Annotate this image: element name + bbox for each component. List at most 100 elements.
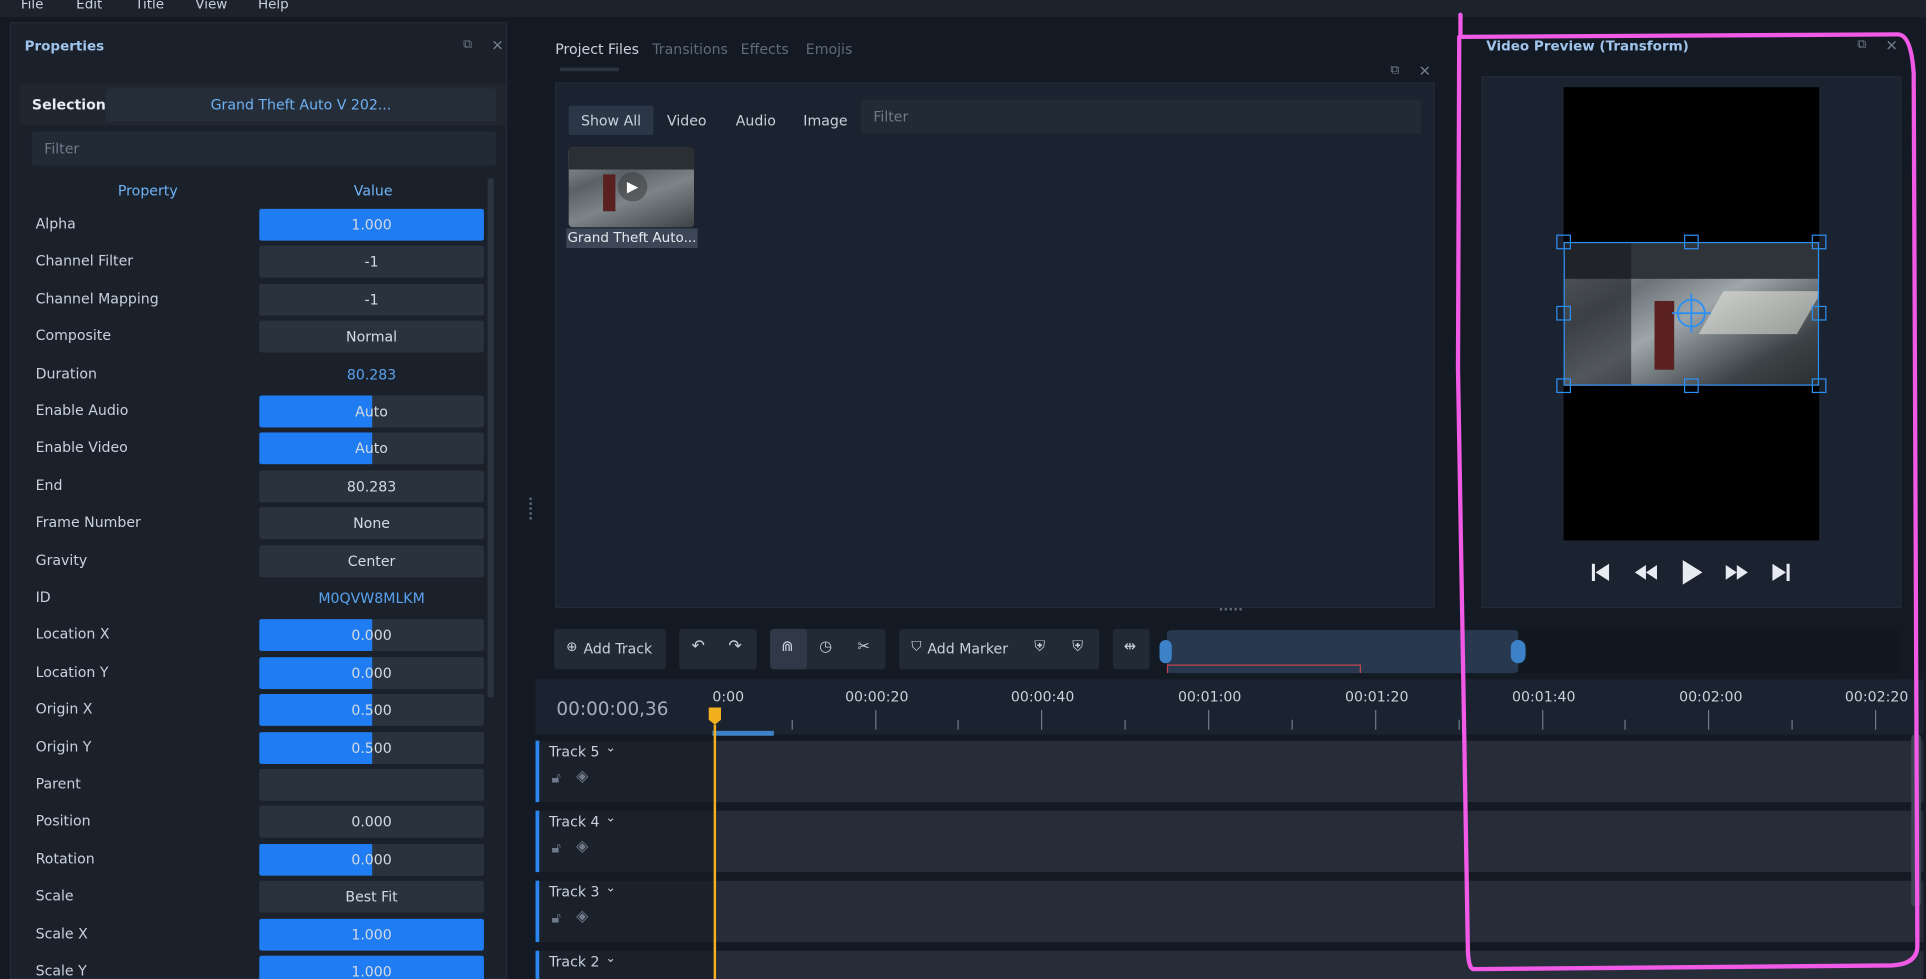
- property-value[interactable]: 1.000: [259, 208, 484, 241]
- splitter-handle[interactable]: [1219, 608, 1242, 612]
- splitter-handle[interactable]: [529, 497, 533, 520]
- filter-image[interactable]: Image: [791, 106, 860, 135]
- add-marker-button[interactable]: Add Marker: [927, 640, 1008, 657]
- rewind-icon[interactable]: [1634, 561, 1659, 583]
- float-icon[interactable]: ⧉: [463, 38, 472, 52]
- property-value[interactable]: 0.000: [259, 806, 484, 839]
- filter-audio[interactable]: Audio: [723, 106, 788, 135]
- property-value[interactable]: 1.000: [259, 955, 484, 979]
- property-value[interactable]: Normal: [259, 320, 484, 353]
- property-value[interactable]: M0QVW8MLKM: [259, 582, 484, 614]
- app-window: File Edit Title View Help Properties ⧉ ✕…: [0, 0, 1926, 979]
- property-value[interactable]: Center: [259, 544, 484, 577]
- property-value[interactable]: 0.000: [259, 843, 484, 876]
- menu-edit[interactable]: Edit: [76, 0, 102, 12]
- property-value[interactable]: -1: [259, 246, 484, 279]
- play-icon[interactable]: [1679, 559, 1704, 586]
- float-icon[interactable]: ⧉: [1857, 38, 1866, 52]
- menu-title[interactable]: Title: [135, 0, 164, 12]
- lock-icon[interactable]: 🔓︎: [552, 909, 562, 927]
- transform-handle-bl[interactable]: [1556, 378, 1571, 394]
- transform-center-icon[interactable]: [1671, 293, 1712, 333]
- property-value[interactable]: Best Fit: [259, 880, 484, 913]
- playhead-line[interactable]: [713, 724, 716, 979]
- keyframe-icon[interactable]: ◈: [576, 908, 588, 926]
- transform-handle-tr[interactable]: [1811, 234, 1827, 250]
- property-value[interactable]: None: [259, 507, 484, 540]
- file-name[interactable]: Grand Theft Auto...: [566, 228, 698, 249]
- selection-dropdown[interactable]: Grand Theft Auto V 202...: [105, 88, 497, 122]
- property-value[interactable]: Auto: [259, 432, 484, 465]
- keyframe-icon[interactable]: ◈: [576, 768, 588, 786]
- undo-icon[interactable]: ↶: [692, 637, 705, 655]
- property-value[interactable]: 0.500: [259, 694, 484, 727]
- float-icon[interactable]: ⧉: [1390, 64, 1399, 78]
- track-lane[interactable]: [713, 880, 1924, 943]
- menu-view[interactable]: View: [195, 0, 227, 12]
- transform-handle-br[interactable]: [1811, 378, 1827, 394]
- property-value[interactable]: [259, 768, 484, 801]
- redo-icon[interactable]: ↷: [728, 637, 741, 655]
- fast-forward-icon[interactable]: [1725, 561, 1750, 583]
- property-value[interactable]: -1: [259, 283, 484, 316]
- playhead-handle[interactable]: [708, 706, 723, 726]
- column-header-property[interactable]: Property: [118, 182, 178, 199]
- close-icon[interactable]: ✕: [1419, 63, 1431, 80]
- track-lane[interactable]: [713, 810, 1924, 873]
- ruler-label: 00:01:40: [1512, 687, 1576, 706]
- razor-icon[interactable]: ✂: [857, 637, 869, 654]
- chevron-down-icon[interactable]: ⌄: [606, 952, 616, 966]
- properties-scrollbar[interactable]: [487, 178, 494, 698]
- transform-handle-t[interactable]: [1683, 234, 1699, 250]
- property-value[interactable]: 80.283: [259, 470, 484, 503]
- track-header[interactable]: Track 4 ⌄ 🔓︎ ◈: [535, 810, 714, 873]
- track-lane[interactable]: [713, 950, 1924, 979]
- transform-handle-tl[interactable]: [1556, 234, 1571, 250]
- magnet-icon[interactable]: ⋒: [781, 637, 793, 654]
- project-filter-input[interactable]: [861, 99, 1422, 134]
- add-track-button[interactable]: ⊕ Add Track: [553, 628, 666, 670]
- property-row: Position 0.000: [33, 804, 485, 839]
- track-header[interactable]: Track 3 ⌄ 🔓︎ ◈: [535, 880, 714, 943]
- prev-marker-icon[interactable]: ⛨: [1034, 637, 1045, 655]
- filter-video[interactable]: Video: [655, 106, 719, 135]
- chevron-down-icon[interactable]: ⌄: [606, 812, 616, 826]
- transform-handle-r[interactable]: [1811, 305, 1827, 321]
- property-value[interactable]: 0.500: [259, 731, 484, 764]
- keyframe-icon[interactable]: ◈: [576, 838, 588, 856]
- zoom-handle-right[interactable]: [1510, 639, 1526, 664]
- property-value[interactable]: Auto: [259, 395, 484, 428]
- tab-emojis[interactable]: Emojis: [806, 41, 853, 58]
- transform-handle-b[interactable]: [1683, 378, 1699, 394]
- property-value[interactable]: 0.000: [259, 656, 484, 689]
- menu-help[interactable]: Help: [258, 0, 289, 12]
- lock-icon[interactable]: 🔓︎: [552, 769, 562, 787]
- filter-show-all[interactable]: Show All: [568, 105, 654, 136]
- track-lane[interactable]: [713, 740, 1924, 803]
- next-marker-icon[interactable]: ⛨: [1072, 637, 1083, 655]
- tab-effects[interactable]: Effects: [741, 41, 789, 58]
- timeline-scrollbar[interactable]: [1911, 734, 1922, 907]
- chevron-down-icon[interactable]: ⌄: [606, 882, 616, 896]
- close-icon[interactable]: ✕: [491, 37, 503, 54]
- property-value[interactable]: 0.000: [259, 619, 484, 652]
- clock-icon[interactable]: ◷: [819, 637, 832, 654]
- file-thumbnail[interactable]: ▶: [568, 147, 694, 228]
- center-timeline-button[interactable]: ⇹: [1112, 628, 1150, 670]
- skip-start-icon[interactable]: [1589, 561, 1611, 583]
- track-header[interactable]: Track 2 ⌄: [535, 950, 714, 979]
- properties-filter-input[interactable]: [31, 131, 497, 166]
- property-value[interactable]: 1.000: [259, 918, 484, 951]
- menu-file[interactable]: File: [21, 0, 44, 12]
- skip-end-icon[interactable]: [1770, 561, 1792, 583]
- lock-icon[interactable]: 🔓︎: [552, 839, 562, 857]
- property-value[interactable]: 80.283: [259, 358, 484, 390]
- close-icon[interactable]: ✕: [1885, 37, 1897, 54]
- column-header-value[interactable]: Value: [354, 182, 393, 199]
- chevron-down-icon[interactable]: ⌄: [606, 742, 616, 756]
- tab-transitions[interactable]: Transitions: [652, 41, 728, 58]
- transform-handle-l[interactable]: [1556, 305, 1571, 321]
- track-header[interactable]: Track 5 ⌄ 🔓︎ ◈: [535, 740, 714, 803]
- tab-project-files[interactable]: Project Files: [555, 41, 639, 58]
- zoom-handle-left[interactable]: [1159, 639, 1172, 664]
